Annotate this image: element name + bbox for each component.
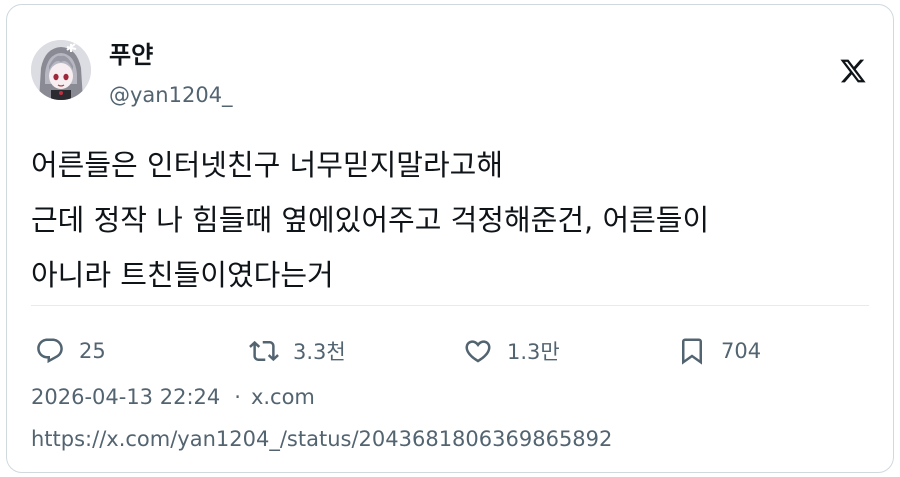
- tweet-line: 근데 정작 나 힘들때 옆에있어주고 걱정해준건, 어른들이: [31, 203, 710, 237]
- bookmark-icon: [682, 338, 702, 365]
- display-name[interactable]: 푸얀: [109, 39, 153, 71]
- reply-icon: [37, 338, 63, 364]
- divider: [31, 305, 869, 306]
- reply-count: 25: [79, 339, 106, 363]
- tweet-line: 아니라 트친들이였다는거: [31, 258, 334, 292]
- retweet-button[interactable]: 3.3천: [249, 331, 346, 371]
- like-button[interactable]: 1.3만: [463, 331, 560, 371]
- x-logo-icon[interactable]: [839, 57, 867, 85]
- like-count: 1.3만: [507, 340, 560, 364]
- bookmark-count: 704: [721, 339, 762, 363]
- action-bar: 25 3.3천 1.3만 704: [31, 331, 871, 371]
- timestamp[interactable]: 2026-04-13 22:24: [31, 385, 220, 409]
- avatar-image: [31, 40, 91, 100]
- user-handle[interactable]: @yan1204_: [109, 81, 233, 109]
- tweet-meta: 2026-04-13 22:24 · x.com: [31, 381, 315, 413]
- tweet-text: 어른들은 인터넷친구 너무믿지말라고해 근데 정작 나 힘들때 옆에있어주고 걱…: [31, 138, 871, 303]
- avatar[interactable]: [31, 40, 91, 100]
- source-label: x.com: [250, 385, 315, 409]
- tweet-line: 어른들은 인터넷친구 너무믿지말라고해: [31, 148, 503, 182]
- tweet-card: 푸얀 @yan1204_ 어른들은 인터넷친구 너무믿지말라고해 근데 정작 나…: [6, 4, 894, 473]
- retweet-icon: [249, 340, 279, 362]
- meta-separator: ·: [234, 385, 241, 409]
- tweet-url[interactable]: https://x.com/yan1204_/status/2043681806…: [31, 423, 612, 455]
- heart-icon: [465, 340, 491, 363]
- bookmark-button[interactable]: 704: [677, 331, 761, 371]
- reply-button[interactable]: 25: [35, 331, 106, 371]
- retweet-count: 3.3천: [293, 340, 346, 364]
